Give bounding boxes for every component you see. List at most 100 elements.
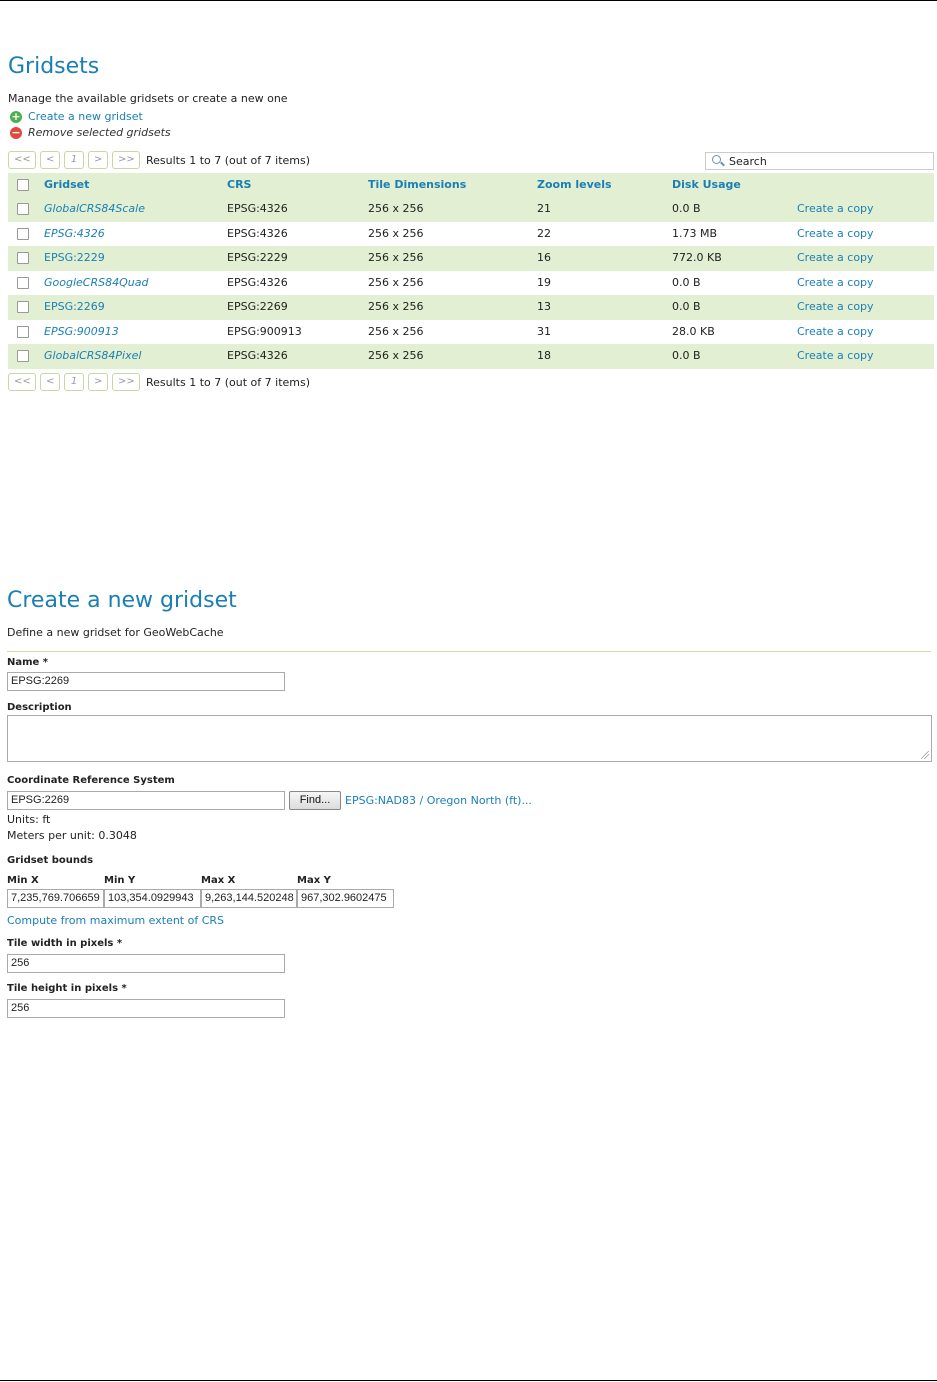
max-y-label: Max Y (297, 875, 331, 886)
row-checkbox[interactable] (17, 227, 29, 240)
compute-extent-link[interactable]: Compute from maximum extent of CRS (7, 914, 224, 927)
crs-cell: EPSG:2229 (227, 251, 288, 264)
row-checkbox[interactable] (17, 252, 29, 264)
crs-description-link[interactable]: EPSG:NAD83 / Oregon North (ft)... (345, 794, 532, 807)
gridset-name-link[interactable]: GoogleCRS84Quad (44, 276, 148, 289)
search-icon (712, 155, 724, 167)
column-gridset[interactable]: Gridset (44, 173, 89, 197)
page-1-button[interactable]: 1 (64, 151, 84, 169)
description-textarea[interactable] (7, 715, 932, 762)
zoom-levels-cell: 22 (537, 226, 551, 240)
gridset-name-cell: GoogleCRS84Quad (44, 271, 148, 295)
column-crs[interactable]: CRS (227, 173, 251, 197)
row-checkbox[interactable] (17, 301, 29, 313)
max-x-field[interactable]: 9,263,144.520248 (201, 889, 297, 908)
create-copy-link[interactable]: Create a copy (797, 251, 874, 264)
prev-page-button[interactable]: < (40, 151, 60, 169)
table-row: GlobalCRS84Pixel EPSG:4326 256 x 256 18 0.0 … (8, 344, 934, 369)
gridset-name-cell: EPSG:900913 (44, 320, 119, 344)
disk-usage-cell: 1.73 MB (672, 226, 718, 240)
create-copy-link[interactable]: Create a copy (797, 202, 874, 215)
action-cell: Create a copy (797, 197, 874, 221)
crs-cell: EPSG:4326 (227, 349, 288, 362)
gridset-name-link[interactable]: GlobalCRS84Pixel (44, 349, 141, 362)
resize-grip-icon[interactable] (921, 751, 929, 759)
results-summary: Results 1 to 7 (out of 7 items) (146, 153, 311, 167)
gridset-name-cell: EPSG:2229 (44, 246, 105, 270)
name-field[interactable]: EPSG:2269 (7, 672, 285, 691)
zoom-levels-cell: 18 (537, 349, 551, 362)
tile-dimensions-cell: 256 x 256 (368, 251, 424, 264)
select-all-checkbox[interactable] (17, 179, 29, 191)
tile-width-field[interactable]: 256 (7, 954, 285, 973)
zoom-levels-cell: 13 (537, 300, 551, 313)
disk-usage-cell: 772.0 KB (672, 251, 722, 264)
max-y-field[interactable]: 967,302.9602475 (297, 889, 394, 908)
page-title: Gridsets (8, 54, 100, 79)
disk-usage-cell: 0.0 B (672, 202, 701, 215)
create-gridset-link[interactable]: + Create a new gridset (10, 110, 143, 123)
action-cell: Create a copy (797, 222, 874, 246)
next-page-button[interactable]: > (88, 151, 108, 169)
gridset-name-link[interactable]: EPSG:2229 (44, 251, 105, 264)
column-disk-usage[interactable]: Disk Usage (672, 173, 741, 197)
table-row: EPSG:4326 EPSG:4326 256 x 256 22 1.73 MB Crea… (8, 222, 934, 247)
min-x-field[interactable]: 7,235,769.706659 (7, 889, 104, 908)
create-gridset-label: Create a new gridset (28, 110, 143, 123)
create-copy-link[interactable]: Create a copy (797, 325, 874, 338)
name-label: Name * (7, 657, 49, 668)
search-field[interactable]: Search (705, 152, 934, 170)
create-copy-link[interactable]: Create a copy (797, 276, 874, 289)
column-zoom-levels[interactable]: Zoom levels (537, 173, 612, 197)
disk-usage-cell: 28.0 KB (672, 324, 715, 338)
tile-width-label: Tile width in pixels * (7, 938, 123, 949)
page-1-button[interactable]: 1 (64, 373, 84, 391)
first-page-button[interactable]: << (8, 373, 36, 391)
tile-dimensions-cell: 256 x 256 (368, 300, 424, 313)
last-page-button[interactable]: >> (112, 151, 140, 169)
bounds-label: Gridset bounds (7, 855, 94, 866)
find-crs-button[interactable]: Find... (289, 791, 341, 810)
next-page-button[interactable]: > (88, 373, 108, 391)
create-copy-link[interactable]: Create a copy (797, 349, 874, 362)
disk-usage-cell: 0.0 B (672, 349, 701, 362)
page-description: Manage the available gridsets or create … (8, 92, 288, 105)
section-divider (7, 651, 931, 652)
gridset-name-cell: GlobalCRS84Scale (44, 197, 145, 221)
last-page-button[interactable]: >> (112, 373, 140, 391)
row-checkbox[interactable] (17, 276, 29, 289)
action-cell: Create a copy (797, 271, 874, 295)
create-section-description: Define a new gridset for GeoWebCache (7, 626, 224, 639)
table-row: EPSG:2229 EPSG:2229 256 x 256 16 772.0 KB Cre… (8, 246, 934, 271)
gridset-name-cell: EPSG:2269 (44, 295, 105, 319)
tile-dimensions-cell: 256 x 256 (368, 202, 424, 215)
pager-top: << < 1 > >> Results 1 to 7 (out of 7 ite… (8, 151, 310, 169)
crs-field[interactable]: EPSG:2269 (7, 791, 285, 810)
create-copy-link[interactable]: Create a copy (797, 227, 874, 240)
row-checkbox[interactable] (17, 350, 29, 362)
remove-gridsets-link[interactable]: − Remove selected gridsets (10, 126, 171, 139)
table-row: GoogleCRS84Quad EPSG:4326 256 x 256 19 0.0 B… (8, 271, 934, 296)
gridset-name-link[interactable]: EPSG:4326 (44, 227, 105, 240)
crs-cell: EPSG:2269 (227, 300, 288, 313)
first-page-button[interactable]: << (8, 151, 36, 169)
zoom-levels-cell: 31 (537, 324, 551, 338)
create-copy-link[interactable]: Create a copy (797, 300, 874, 313)
min-y-label: Min Y (104, 875, 136, 886)
row-checkbox[interactable] (17, 203, 29, 215)
gridset-name-link[interactable]: EPSG:2269 (44, 300, 105, 313)
action-cell: Create a copy (797, 246, 874, 270)
tile-height-field[interactable]: 256 (7, 999, 285, 1018)
description-label: Description (7, 702, 72, 713)
column-tile-dimensions[interactable]: Tile Dimensions (368, 173, 466, 197)
prev-page-button[interactable]: < (40, 373, 60, 391)
table-row: GlobalCRS84Scale EPSG:4326 256 x 256 21 0.0 … (8, 197, 934, 222)
bottom-rule (0, 1380, 937, 1381)
gridset-name-link[interactable]: GlobalCRS84Scale (44, 202, 145, 215)
min-y-field[interactable]: 103,354.0929943 (104, 889, 201, 908)
row-checkbox[interactable] (17, 325, 29, 338)
tile-dimensions-cell: 256 x 256 (368, 324, 424, 338)
tile-dimensions-cell: 256 x 256 (368, 349, 424, 362)
gridset-name-link[interactable]: EPSG:900913 (44, 325, 119, 338)
disk-usage-cell: 0.0 B (672, 300, 701, 313)
